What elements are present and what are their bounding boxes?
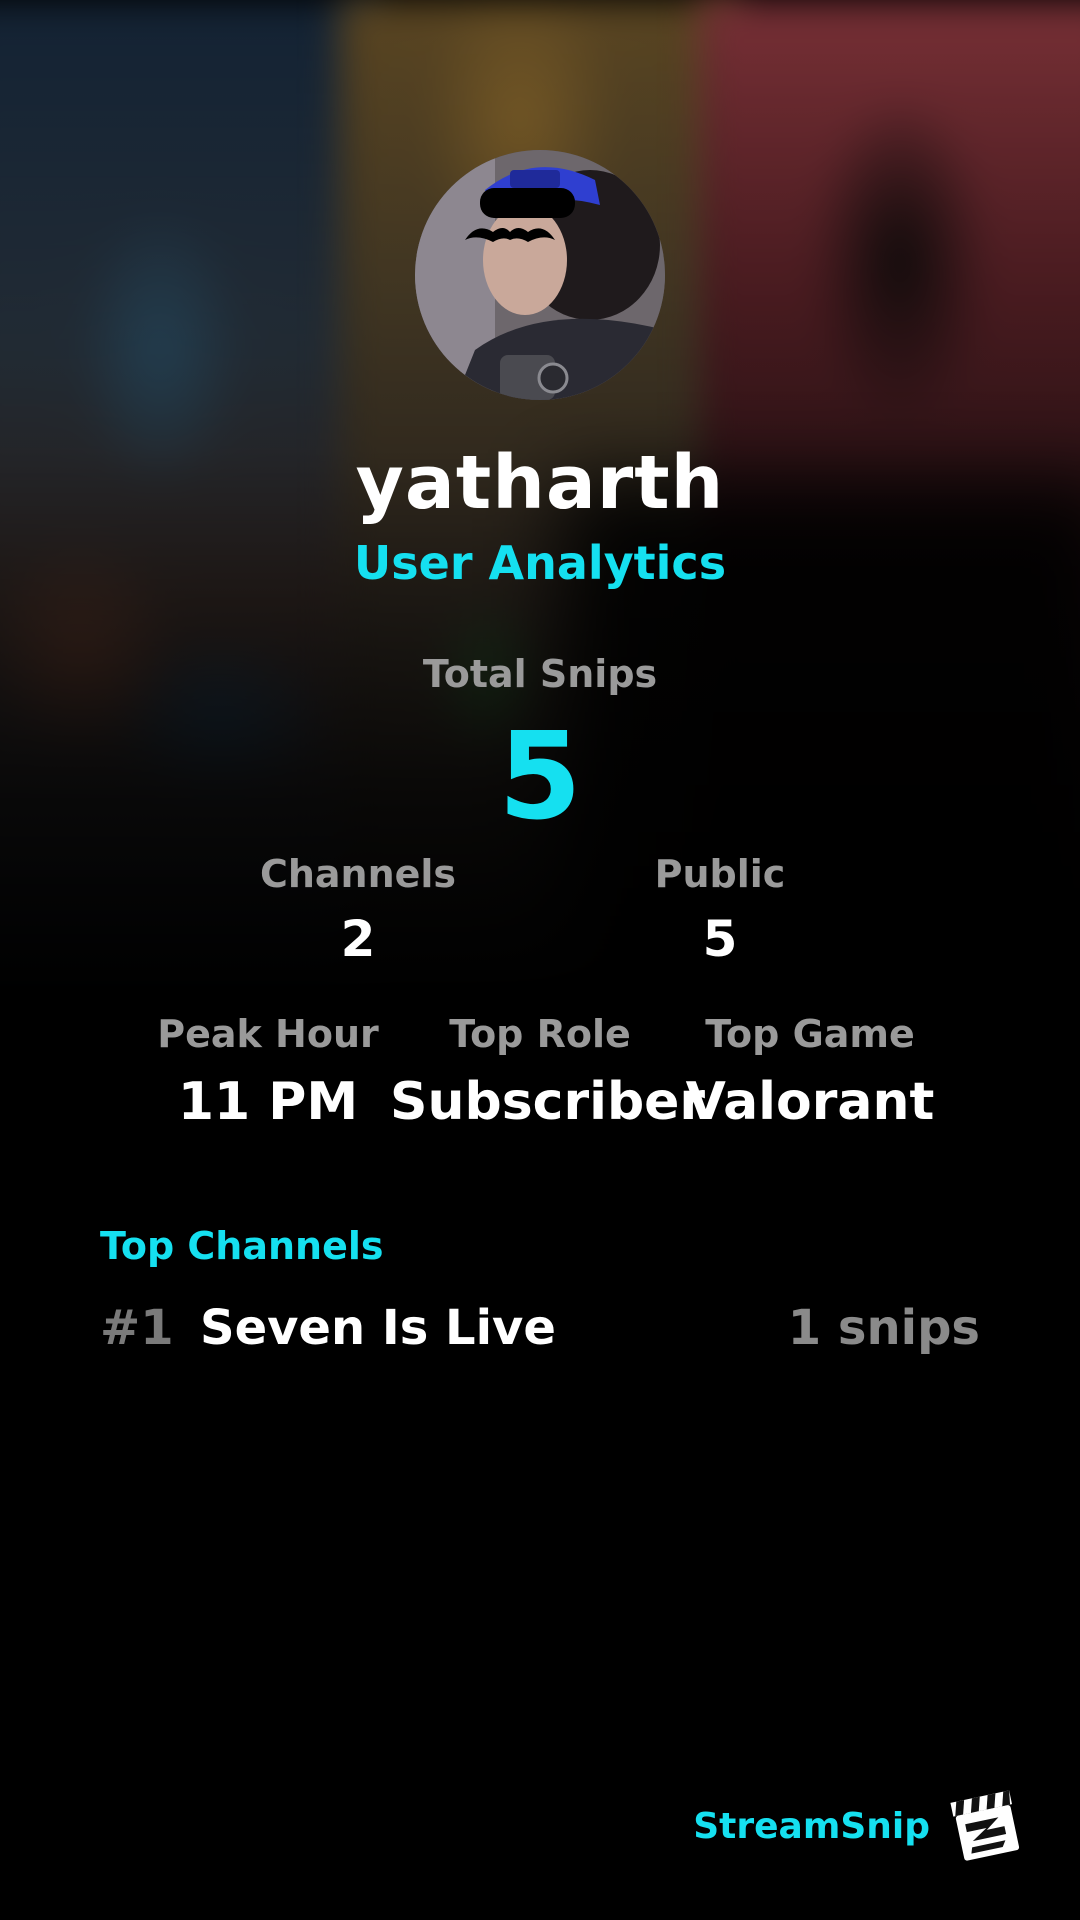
analytics-card: yatharth User Analytics Total Snips 5 Ch… — [0, 0, 1080, 1920]
top-role-stat: Top Role Subscriber — [390, 1012, 706, 1132]
top-role-label: Top Role — [449, 1012, 631, 1056]
top-role-value: Subscriber — [390, 1072, 706, 1132]
brand-footer: StreamSnip — [693, 1786, 1024, 1866]
page-subtitle: User Analytics — [353, 536, 727, 590]
top-game-label: Top Game — [705, 1012, 915, 1056]
channels-label: Channels — [259, 852, 457, 896]
top-game-value: Valorant — [685, 1072, 935, 1132]
channel-snip-count: 1 snips — [787, 1300, 980, 1356]
channel-rank: #1 — [100, 1300, 174, 1356]
channel-name: Seven Is Live — [200, 1300, 556, 1356]
avatar-image — [415, 150, 665, 400]
avatar — [415, 150, 665, 400]
public-label: Public — [654, 852, 786, 896]
top-game-stat: Top Game Valorant — [660, 1012, 960, 1132]
username: yatharth — [355, 440, 725, 526]
list-item: #1 Seven Is Live 1 snips — [100, 1300, 980, 1370]
channels-value: 2 — [340, 910, 376, 968]
brand-name: StreamSnip — [693, 1805, 930, 1847]
total-snips-value: 5 — [498, 708, 582, 847]
channels-stat: Channels 2 — [208, 852, 508, 968]
peak-hour-stat: Peak Hour 11 PM — [118, 1012, 418, 1132]
public-value: 5 — [702, 910, 738, 968]
top-channels-heading: Top Channels — [100, 1224, 384, 1268]
peak-hour-label: Peak Hour — [157, 1012, 379, 1056]
public-stat: Public 5 — [570, 852, 870, 968]
clapperboard-icon — [950, 1790, 1020, 1861]
total-snips-label: Total Snips — [422, 652, 658, 696]
peak-hour-value: 11 PM — [177, 1072, 359, 1132]
